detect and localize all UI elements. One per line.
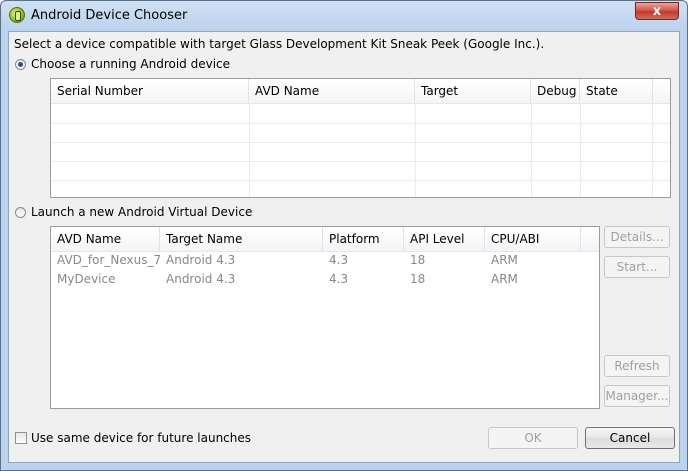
api-level-cell: 18: [410, 272, 426, 286]
close-button[interactable]: x: [635, 2, 679, 20]
column-target-name[interactable]: Target Name: [160, 227, 323, 251]
ok-button[interactable]: OK: [488, 427, 578, 449]
grid-line: [51, 123, 670, 124]
cpu-abi-cell: ARM (armeabi-...: [491, 272, 518, 286]
avd-name-cell: AVD_for_Nexus_7: [57, 253, 160, 267]
launch-avd-label[interactable]: Launch a new Android Virtual Device: [31, 205, 252, 219]
details-button[interactable]: Details...: [604, 226, 670, 248]
avd-row[interactable]: AVD_for_Nexus_7 Android 4.3 4.3 18 ARM (…: [51, 251, 599, 270]
grid-line: [51, 161, 670, 162]
cpu-abi-cell: ARM (armeabi-...: [491, 253, 518, 267]
grid-line: [249, 103, 250, 197]
avd-name-cell: MyDevice: [57, 272, 116, 286]
dialog-body: Select a device compatible with target G…: [8, 31, 680, 463]
column-serial-number[interactable]: Serial Number: [51, 79, 249, 103]
same-device-checkbox[interactable]: [15, 432, 27, 444]
avd-table-header: AVD Name Target Name Platform API Level …: [51, 227, 599, 252]
intro-text: Select a device compatible with target G…: [14, 37, 545, 51]
column-debug[interactable]: Debug: [531, 79, 580, 103]
column-state[interactable]: State: [580, 79, 653, 103]
cancel-button[interactable]: Cancel: [585, 427, 675, 449]
column-platform[interactable]: Platform: [323, 227, 404, 251]
api-level-cell: 18: [410, 253, 426, 267]
column-avd-name[interactable]: AVD Name: [249, 79, 415, 103]
running-table-header: Serial Number AVD Name Target Debug Stat…: [51, 79, 670, 104]
grid-line: [51, 180, 670, 181]
platform-cell: 4.3: [329, 253, 349, 267]
launch-avd-radio[interactable]: [15, 207, 26, 218]
grid-line: [415, 103, 416, 197]
grid-line: [51, 142, 670, 143]
avd-table[interactable]: AVD Name Target Name Platform API Level …: [50, 226, 600, 409]
column-cpu-abi[interactable]: CPU/ABI: [485, 227, 581, 251]
android-app-icon: [9, 7, 25, 23]
running-device-label[interactable]: Choose a running Android device: [31, 57, 230, 71]
column-api-level[interactable]: API Level: [404, 227, 485, 251]
refresh-button[interactable]: Refresh: [604, 355, 670, 377]
running-devices-table[interactable]: Serial Number AVD Name Target Debug Stat…: [50, 78, 671, 198]
target-name-cell: Android 4.3: [166, 253, 236, 267]
title-bar[interactable]: Android Device Chooser x: [1, 1, 687, 31]
window-title: Android Device Chooser: [31, 8, 188, 23]
manager-button[interactable]: Manager...: [604, 385, 670, 407]
grid-line: [580, 103, 581, 197]
start-button[interactable]: Start...: [604, 256, 670, 278]
column-target[interactable]: Target: [415, 79, 531, 103]
device-chooser-window: Android Device Chooser x Select a device…: [0, 0, 688, 471]
column-avd-name[interactable]: AVD Name: [51, 227, 160, 251]
grid-line: [531, 103, 532, 197]
grid-line: [652, 103, 653, 197]
avd-row[interactable]: MyDevice Android 4.3 4.3 18 ARM (armeabi…: [51, 270, 599, 289]
same-device-label[interactable]: Use same device for future launches: [31, 431, 251, 445]
target-name-cell: Android 4.3: [166, 272, 236, 286]
platform-cell: 4.3: [329, 272, 349, 286]
running-device-radio[interactable]: [15, 59, 26, 70]
